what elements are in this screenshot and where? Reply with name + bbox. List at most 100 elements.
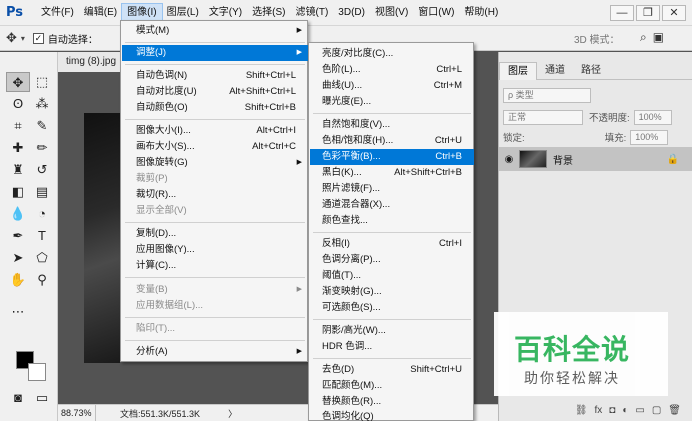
- new-group-icon[interactable]: ▭: [635, 405, 644, 416]
- zoom-tool-icon[interactable]: ⚲: [30, 270, 54, 290]
- menu-item-threshold[interactable]: 阈值(T)...: [310, 268, 474, 284]
- menu-item-shadows-highlights[interactable]: 阴影/高光(W)...: [310, 323, 474, 339]
- menu-item-replace-color[interactable]: 替换颜色(R)...: [310, 394, 474, 410]
- eyedropper-icon[interactable]: ✎: [30, 116, 54, 136]
- menu-edit[interactable]: 编辑(E): [79, 4, 122, 22]
- menu-view[interactable]: 视图(V): [370, 4, 413, 22]
- menu-item-curves[interactable]: 曲线(U)... Ctrl+M: [310, 78, 474, 94]
- hand-tool-icon[interactable]: ✋: [6, 270, 30, 290]
- menu-window[interactable]: 窗口(W): [413, 4, 459, 22]
- screen-mode-icon[interactable]: ▭: [30, 388, 54, 408]
- healing-brush-icon[interactable]: ✚: [6, 138, 30, 158]
- menu-item-desaturate[interactable]: 去色(D) Shift+Ctrl+U: [310, 362, 474, 378]
- adjustment-layer-icon[interactable]: ◐: [622, 405, 628, 416]
- type-tool-icon[interactable]: T: [30, 226, 54, 246]
- menu-item-adjustments[interactable]: 调整(J) ▶: [122, 45, 308, 61]
- menu-item-apply-image[interactable]: 应用图像(Y)...: [122, 242, 308, 258]
- menu-item-levels[interactable]: 色阶(L)... Ctrl+L: [310, 62, 474, 78]
- menu-item-invert[interactable]: 反相(I) Ctrl+I: [310, 236, 474, 252]
- minimize-button[interactable]: —: [610, 4, 634, 21]
- tab-layers[interactable]: 图层: [499, 62, 537, 80]
- restore-button[interactable]: ❐: [636, 4, 660, 21]
- menu-item-brightness-contrast[interactable]: 亮度/对比度(C)...: [310, 46, 474, 62]
- menu-item-channel-mixer[interactable]: 通道混合器(X)...: [310, 197, 474, 213]
- document-tab[interactable]: timg (8).jpg: [58, 52, 122, 72]
- menu-item-gradient-map[interactable]: 渐变映射(G)...: [310, 284, 474, 300]
- menu-item-image-size[interactable]: 图像大小(I)... Alt+Ctrl+I: [122, 123, 308, 139]
- zoom-level[interactable]: 88.73%: [58, 404, 96, 421]
- layer-filter-select[interactable]: ρ 类型: [503, 87, 591, 103]
- crop-tool-icon[interactable]: ⌗: [6, 116, 30, 136]
- add-mask-icon[interactable]: ◘: [609, 405, 615, 416]
- menu-item-canvas-size[interactable]: 画布大小(S)... Alt+Ctrl+C: [122, 139, 308, 155]
- menu-3d[interactable]: 3D(D): [333, 4, 370, 22]
- menu-item-mode[interactable]: 模式(M) ▶: [122, 23, 308, 39]
- chevron-down-icon[interactable]: ▾: [21, 34, 25, 43]
- auto-select-checkbox[interactable]: ✓: [32, 32, 44, 44]
- menu-item-trim[interactable]: 裁切(R)...: [122, 187, 308, 203]
- workspace-icon[interactable]: ▣: [653, 30, 664, 45]
- menu-item-image-rotation[interactable]: 图像旋转(G) ▶: [122, 155, 308, 171]
- tab-channels[interactable]: 通道: [537, 62, 573, 80]
- menu-item-analysis[interactable]: 分析(A) ▶: [122, 344, 308, 360]
- menu-select[interactable]: 选择(S): [247, 4, 290, 22]
- magic-wand-icon[interactable]: ⁂: [30, 94, 54, 114]
- more-tools-icon[interactable]: ⋯: [6, 302, 30, 322]
- status-menu-arrow[interactable]: 〉: [228, 407, 237, 420]
- move-tool-icon[interactable]: ✥: [6, 72, 30, 92]
- stamp-tool-icon[interactable]: ♜: [6, 160, 30, 180]
- background-color-swatch[interactable]: [28, 363, 46, 381]
- document-image[interactable]: [84, 113, 120, 363]
- move-tool-icon[interactable]: ✥: [6, 30, 17, 46]
- shape-tool-icon[interactable]: ⬠: [30, 248, 54, 268]
- fill-input[interactable]: 100%: [630, 129, 669, 145]
- visibility-eye-icon[interactable]: ◉: [499, 154, 519, 165]
- menu-item-posterize[interactable]: 色调分离(P)...: [310, 252, 474, 268]
- opacity-input[interactable]: 100%: [633, 109, 672, 125]
- menu-item-auto-tone[interactable]: 自动色调(N) Shift+Ctrl+L: [122, 68, 308, 84]
- menu-item-auto-color[interactable]: 自动颜色(O) Shift+Ctrl+B: [122, 100, 308, 116]
- close-button[interactable]: ✕: [662, 4, 686, 21]
- menu-item-hdr-toning[interactable]: HDR 色调...: [310, 339, 474, 355]
- menu-type[interactable]: 文字(Y): [204, 4, 247, 22]
- menu-image[interactable]: 图像(I): [121, 2, 163, 23]
- blur-tool-icon[interactable]: 💧: [6, 204, 30, 224]
- new-layer-icon[interactable]: ▢: [652, 405, 661, 416]
- layer-row[interactable]: ◉ 背景 🔒: [499, 147, 692, 171]
- menu-item-selective-color[interactable]: 可选颜色(S)...: [310, 300, 474, 316]
- menu-item-black-white[interactable]: 黑白(K)... Alt+Shift+Ctrl+B: [310, 165, 474, 181]
- menu-layer[interactable]: 图层(L): [162, 4, 204, 22]
- menu-item-hue-saturation[interactable]: 色相/饱和度(H)... Ctrl+U: [310, 133, 474, 149]
- pen-tool-icon[interactable]: ✒: [6, 226, 30, 246]
- lasso-tool-icon[interactable]: ʘ: [6, 94, 30, 114]
- dodge-tool-icon[interactable]: ◔: [30, 204, 54, 224]
- menu-file[interactable]: 文件(F): [36, 4, 79, 22]
- fx-icon[interactable]: fx: [595, 405, 603, 416]
- path-select-icon[interactable]: ➤: [6, 248, 30, 268]
- menu-item-duplicate[interactable]: 复制(D)...: [122, 226, 308, 242]
- menu-filter[interactable]: 滤镜(T): [291, 4, 334, 22]
- tools-panel: ✥ ⬚ ʘ ⁂ ⌗ ✎ ✚ ✏ ♜ ↺ ◧ ▤ 💧 ◔ ✒ T ➤ ⬠ ✋ ⚲ …: [0, 52, 58, 421]
- brush-tool-icon[interactable]: ✏: [30, 138, 54, 158]
- menu-item-match-color[interactable]: 匹配颜色(M)...: [310, 378, 474, 394]
- menu-item-photo-filter[interactable]: 照片滤镜(F)...: [310, 181, 474, 197]
- menu-item-auto-contrast[interactable]: 自动对比度(U) Alt+Shift+Ctrl+L: [122, 84, 308, 100]
- blend-mode-select[interactable]: 正常: [503, 109, 583, 125]
- menu-item-color-lookup[interactable]: 颜色查找...: [310, 213, 474, 229]
- menu-item-equalize[interactable]: 色调均化(Q): [310, 410, 474, 421]
- menu-item-calculations[interactable]: 计算(C)...: [122, 258, 308, 274]
- search-icon[interactable]: ⌕: [640, 30, 647, 45]
- marquee-tool-icon[interactable]: ⬚: [30, 72, 54, 92]
- layer-name[interactable]: 背景: [553, 152, 573, 167]
- trash-icon[interactable]: 🗑: [668, 405, 681, 416]
- gradient-tool-icon[interactable]: ▤: [30, 182, 54, 202]
- menu-help[interactable]: 帮助(H): [459, 4, 503, 22]
- tab-paths[interactable]: 路径: [573, 62, 609, 80]
- history-brush-icon[interactable]: ↺: [30, 160, 54, 180]
- eraser-tool-icon[interactable]: ◧: [6, 182, 30, 202]
- menu-item-color-balance[interactable]: 色彩平衡(B)... Ctrl+B: [310, 149, 474, 165]
- menu-item-exposure[interactable]: 曝光度(E)...: [310, 94, 474, 110]
- menu-item-vibrance[interactable]: 自然饱和度(V)...: [310, 117, 474, 133]
- quick-mask-icon[interactable]: ◙: [6, 388, 30, 408]
- link-layers-icon[interactable]: ⛓: [575, 405, 588, 416]
